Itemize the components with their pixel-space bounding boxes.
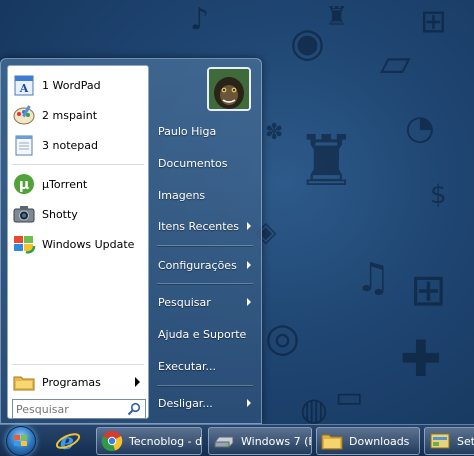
chevron-right-icon [247, 222, 251, 230]
menu-item-images[interactable]: Imagens [151, 183, 259, 207]
user-name-label: Paulo Higa [158, 124, 217, 138]
menu-item-documents[interactable]: Documentos [151, 151, 259, 175]
windows-logo-icon [14, 435, 27, 446]
programs-separator [12, 164, 144, 165]
chrome-icon [101, 430, 123, 452]
program-label-utorrent: µTorrent [42, 177, 88, 191]
start-search-input[interactable] [13, 401, 121, 417]
wallpaper-tablet-icon: ▱ [380, 40, 411, 86]
utorrent-icon: µ [12, 172, 36, 196]
hard-drive-icon [213, 430, 235, 452]
wordpad-icon: A [12, 73, 36, 97]
taskbar-drive-button[interactable]: Windows 7 (E:) [208, 427, 312, 455]
wallpaper-android-big-icon: ♜ [295, 120, 358, 202]
chevron-right-icon [247, 298, 251, 306]
wallpaper-music-icon: ♪ [190, 2, 210, 37]
drive-task-label: Windows 7 (E:) [241, 434, 311, 448]
internet-explorer-icon: e [54, 427, 82, 455]
images-label: Imagens [158, 188, 206, 202]
menu-item-recent-items[interactable]: Itens Recentes [151, 214, 259, 238]
wallpaper-tablet2-icon: ▭ [335, 380, 364, 415]
right-separator-2 [157, 283, 253, 284]
start-menu: A 1 WordPad 2 mspaint 3 notepad µ µTorre… [0, 58, 262, 424]
taskbar: e Tecnoblog - d... Windows 7 (E:) Downlo… [0, 424, 474, 456]
wallpaper-controller-icon: ◉ [290, 20, 325, 66]
recent-items-label: Itens Recentes [158, 219, 240, 233]
camera-icon [12, 202, 36, 226]
windows-update-icon [12, 232, 36, 256]
program-label-wordpad: 1 WordPad [42, 78, 101, 92]
chevron-right-icon [135, 377, 140, 387]
menu-item-search[interactable]: Pesquisar [151, 290, 259, 314]
chevron-right-icon [247, 399, 251, 407]
wallpaper-controller2-icon: ✚ [400, 330, 442, 388]
help-label: Ajuda e Suporte [158, 327, 247, 341]
chrome-task-label: Tecnoblog - d... [129, 434, 202, 448]
program-label-notepad: 3 notepad [42, 138, 98, 152]
all-programs-label: Programas [42, 375, 101, 389]
wallpaper-ubuntu-icon: ◎ [265, 315, 300, 361]
wallpaper-windows2-icon: ⊞ [410, 265, 447, 316]
wallpaper-dollar-icon: $ [430, 180, 447, 210]
program-item-wordpad[interactable]: A 1 WordPad [10, 71, 146, 99]
taskbar-chrome-button[interactable]: Tecnoblog - d... [96, 427, 202, 455]
wallpaper-chrome-icon: ◍ [300, 390, 328, 428]
wallpaper-android-icon: ♜ [325, 2, 349, 32]
shutdown-label: Desligar... [158, 396, 213, 410]
program-label-windows-update: Windows Update [42, 237, 135, 251]
start-menu-programs-pane: A 1 WordPad 2 mspaint 3 notepad µ µTorre… [7, 65, 149, 419]
all-programs-button[interactable]: Programas [10, 370, 146, 394]
program-item-windows-update[interactable]: Windows Update [10, 230, 146, 258]
taskbar-settings-button[interactable]: Setti [424, 427, 474, 455]
taskbar-ie-button[interactable]: e [50, 427, 90, 455]
svg-text:A: A [19, 82, 29, 95]
program-item-notepad[interactable]: 3 notepad [10, 131, 146, 159]
menu-item-help[interactable]: Ajuda e Suporte [151, 322, 259, 346]
folder-icon [321, 430, 343, 452]
start-button[interactable] [6, 426, 36, 456]
menu-item-run[interactable]: Executar... [151, 354, 259, 378]
wallpaper-gear-icon: ✽ [265, 120, 284, 145]
run-label: Executar... [158, 359, 216, 373]
right-separator-1 [157, 245, 253, 246]
wallpaper-music2-icon: ♫ [355, 255, 391, 301]
program-label-shotty: Shotty [42, 207, 78, 221]
settings-task-label: Setti [457, 434, 474, 448]
search-label: Pesquisar [158, 295, 211, 309]
svg-text:µ: µ [19, 177, 29, 193]
program-item-shotty[interactable]: Shotty [10, 200, 146, 228]
menu-item-shutdown[interactable]: Desligar... [151, 391, 259, 415]
menu-item-settings[interactable]: Configurações [151, 253, 259, 277]
start-search-box [12, 399, 146, 419]
downloads-task-label: Downloads [349, 434, 410, 448]
program-item-utorrent[interactable]: µ µTorrent [10, 170, 146, 198]
taskbar-downloads-button[interactable]: Downloads [316, 427, 420, 455]
program-item-mspaint[interactable]: 2 mspaint [10, 101, 146, 129]
user-avatar[interactable] [207, 67, 251, 111]
wallpaper-wifi-icon: ◔ [405, 108, 435, 148]
control-panel-icon [429, 430, 451, 452]
all-programs-separator [12, 364, 144, 365]
settings-label: Configurações [158, 258, 237, 272]
search-icon[interactable] [127, 402, 141, 416]
program-label-mspaint: 2 mspaint [42, 108, 98, 122]
menu-item-user[interactable]: Paulo Higa [151, 119, 259, 143]
documents-label: Documentos [158, 156, 228, 170]
programs-folder-icon [12, 370, 36, 394]
chevron-right-icon [247, 261, 251, 269]
paint-icon [12, 103, 36, 127]
wallpaper-windows-icon: ⊞ [420, 2, 447, 40]
notepad-icon [12, 133, 36, 157]
right-separator-3 [157, 385, 253, 386]
svg-text:e: e [60, 429, 74, 455]
